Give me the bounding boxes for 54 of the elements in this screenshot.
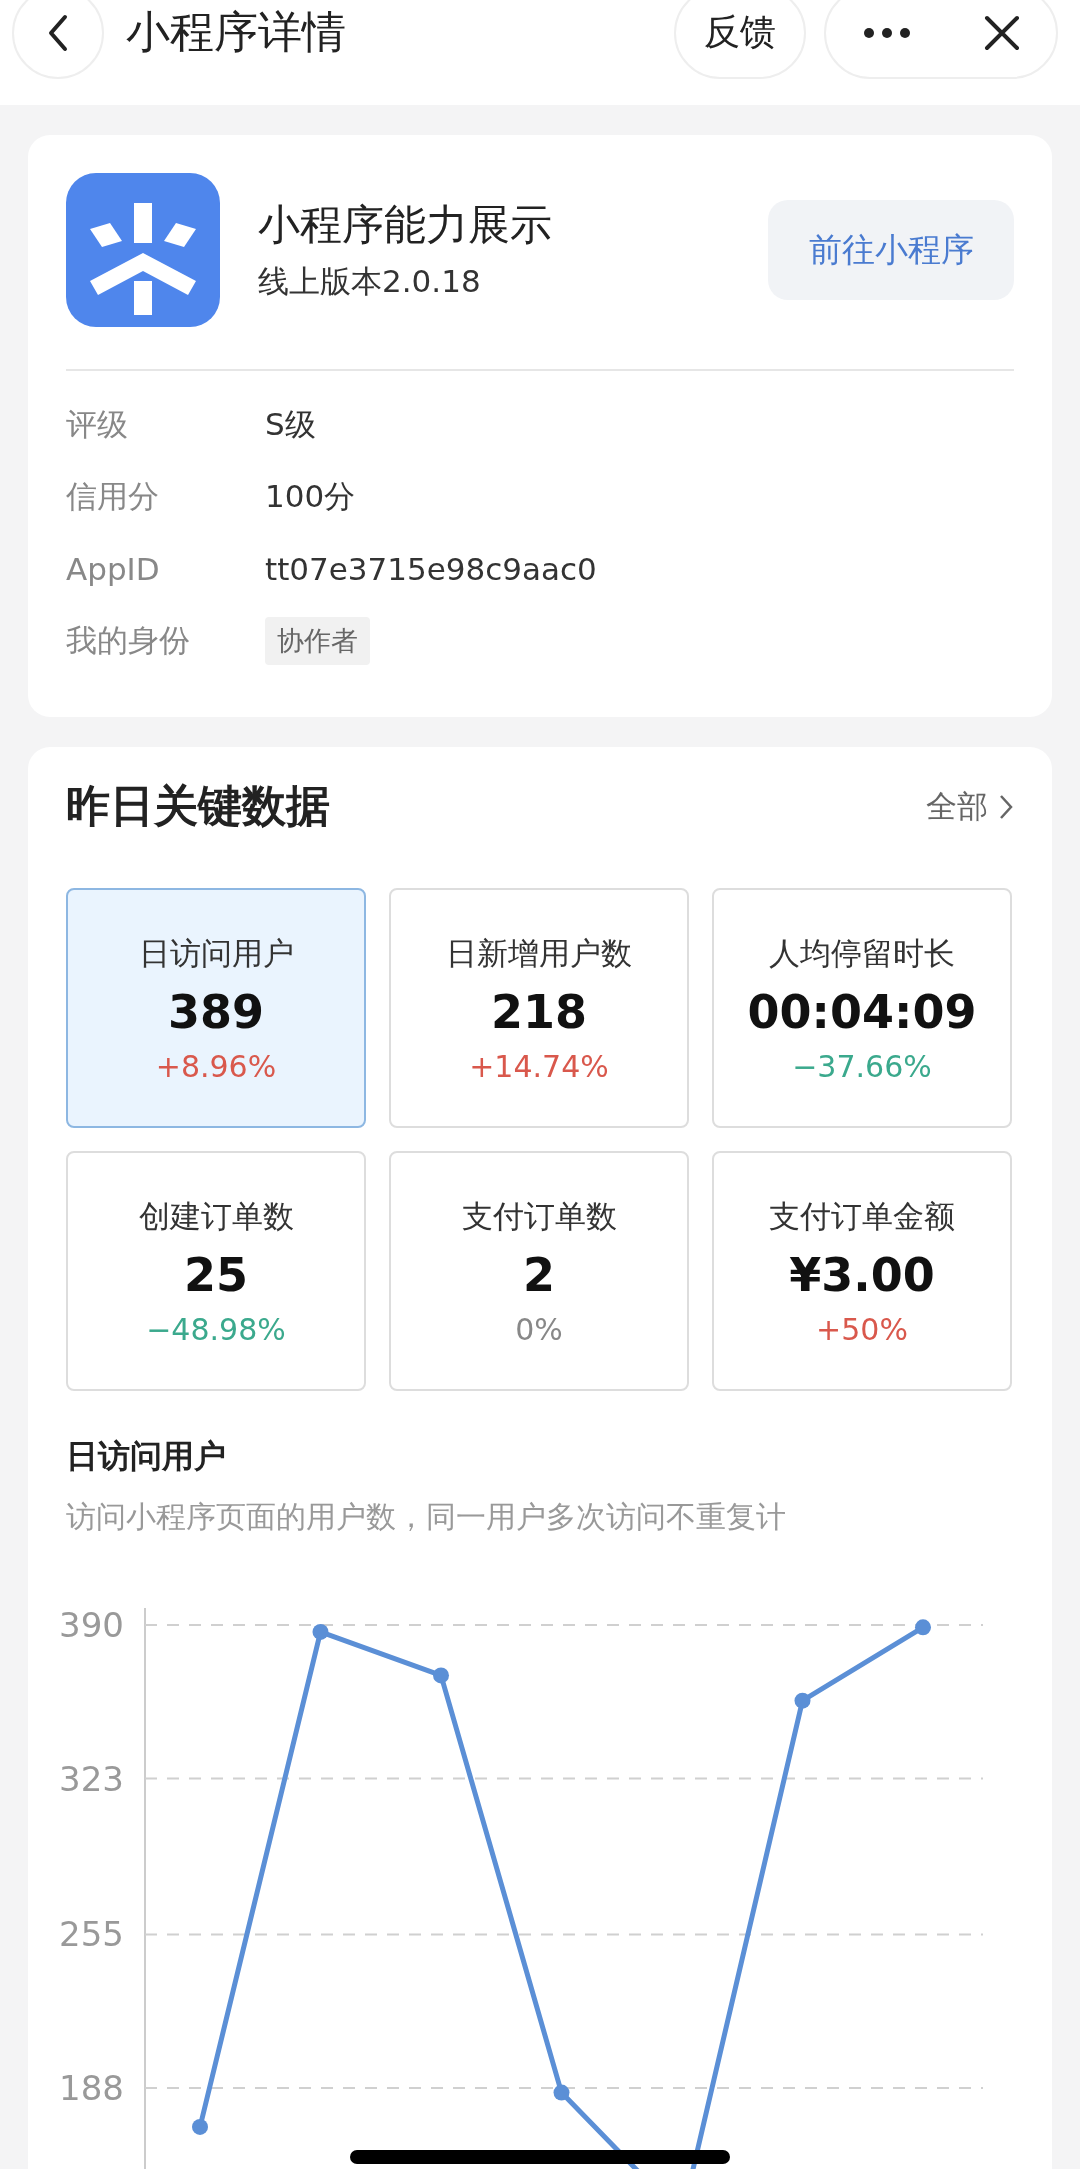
data-point: [192, 2118, 208, 2135]
metric-tile[interactable]: 支付订单数 2 0%: [389, 1151, 689, 1391]
metric-value: 218: [491, 984, 587, 1039]
page-title: 小程序详情: [126, 5, 346, 59]
metric-label: 人均停留时长: [769, 933, 955, 973]
chart-description: 访问小程序页面的用户数，同一用户多次访问不重复计: [66, 1498, 787, 1536]
role-tag: 协作者: [265, 617, 370, 665]
info-value: 100分: [265, 477, 356, 516]
metric-label: 创建订单数: [138, 1196, 294, 1236]
data-point: [553, 2084, 570, 2101]
feedback-button[interactable]: 反馈: [674, 0, 806, 79]
metric-label: 日新增用户数: [446, 933, 632, 973]
metric-value: 2: [523, 1247, 555, 1302]
metric-value: 00:04:09: [747, 984, 977, 1039]
metric-tile[interactable]: 创建订单数 25 −48.98%: [66, 1151, 366, 1391]
data-point: [915, 1619, 931, 1636]
metric-tile[interactable]: 支付订单金额 ¥3.00 +50%: [712, 1151, 1012, 1391]
metric-value: 25: [184, 1247, 248, 1302]
metric-label: 支付订单金额: [769, 1196, 955, 1236]
app-name: 小程序能力展示: [258, 199, 552, 251]
metric-change: −37.66%: [792, 1048, 932, 1084]
metric-change: +14.74%: [469, 1048, 609, 1084]
metric-tile[interactable]: 人均停留时长 00:04:09 −37.66%: [712, 888, 1012, 1128]
metric-change: 0%: [515, 1311, 563, 1347]
more-icon[interactable]: [862, 25, 912, 40]
info-label: 我的身份: [66, 621, 191, 660]
metric-change: +8.96%: [155, 1048, 277, 1084]
metric-value: ¥3.00: [789, 1247, 935, 1302]
axis-label: 255: [59, 1914, 124, 1955]
metric-label: 日访问用户: [138, 933, 294, 973]
info-label: 信用分: [66, 477, 160, 516]
axis-label: 390: [59, 1605, 124, 1645]
data-point: [794, 1692, 811, 1709]
info-value: tt07e3715e98c9aac0: [265, 551, 597, 587]
info-label: AppID: [66, 551, 161, 587]
metric-change: −48.98%: [146, 1311, 286, 1347]
data-point: [312, 1623, 329, 1640]
data-point: [433, 1667, 449, 1684]
metric-value: 389: [168, 984, 264, 1039]
axis-label: 188: [59, 2068, 124, 2108]
app-version: 线上版本2.0.18: [258, 262, 482, 301]
view-all-link[interactable]: 全部: [926, 785, 1014, 828]
metric-label: 支付订单数: [461, 1196, 617, 1236]
metric-tile[interactable]: 日访问用户 389 +8.96%: [66, 888, 366, 1128]
axis-label: 323: [59, 1758, 124, 1799]
chart-title: 日访问用户: [66, 1436, 227, 1477]
section-title: 昨日关键数据: [66, 779, 330, 833]
metric-tile[interactable]: 日新增用户数 218 +14.74%: [389, 888, 689, 1128]
metric-change: +50%: [816, 1311, 908, 1347]
info-label: 评级: [66, 405, 129, 444]
open-app-button[interactable]: 前往小程序: [768, 200, 1014, 300]
app-icon: [66, 173, 220, 327]
close-icon[interactable]: [984, 14, 1020, 51]
info-value: S级: [265, 405, 316, 444]
